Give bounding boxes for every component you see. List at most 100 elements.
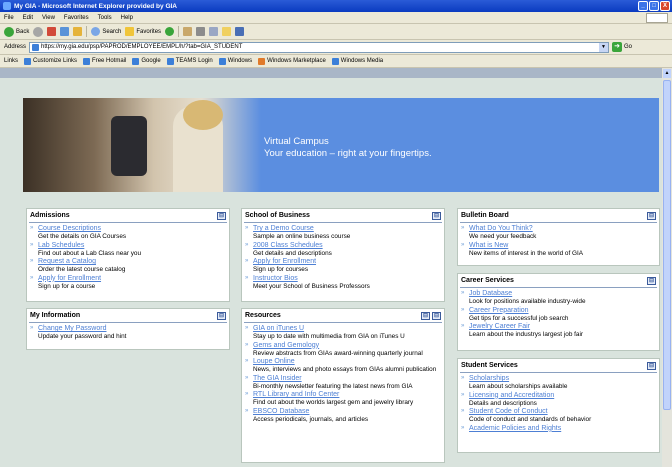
messenger-icon[interactable]: [235, 27, 245, 36]
menu-view[interactable]: View: [42, 15, 55, 21]
lab-schedules-link[interactable]: Lab Schedules: [38, 242, 226, 250]
bullet-icon: »: [461, 375, 465, 381]
scroll-thumb[interactable]: [663, 80, 671, 410]
list-item: » RTL Library and Info Center Find out abo…: [245, 391, 441, 407]
link-free-hotmail[interactable]: Free Hotmail: [83, 57, 127, 65]
item-desc: Find out about the worlds largest gem an…: [253, 399, 414, 407]
item-desc: Get the details on GIA Courses: [38, 233, 127, 240]
home-icon[interactable]: [73, 27, 83, 36]
collapse-icon[interactable]: ⊟: [647, 211, 656, 220]
banner-text: Virtual Campus Your education – right at…: [264, 136, 432, 160]
folder-icon[interactable]: [222, 27, 232, 36]
bullet-icon: »: [461, 391, 465, 398]
gia-insider-link[interactable]: The GIA Insider: [253, 375, 441, 383]
instructor-bios-link[interactable]: Instructor Bios: [253, 275, 441, 283]
stop-icon[interactable]: [47, 27, 57, 36]
career-fair-link[interactable]: Jewelry Career Fair: [469, 323, 656, 331]
go-arrow-icon: ➜: [612, 42, 623, 52]
minimize-icon[interactable]: ⊟: [432, 311, 441, 320]
item-desc: Sample an online business course: [253, 233, 351, 240]
licensing-link[interactable]: Licensing and Accreditation: [469, 392, 656, 400]
scroll-up-icon[interactable]: ▲: [663, 69, 671, 78]
link-windows[interactable]: Windows: [218, 57, 252, 65]
link-teams-login[interactable]: TEAMS Login: [166, 57, 213, 65]
edit-icon[interactable]: [209, 27, 219, 36]
collapse-icon[interactable]: ⊟: [647, 361, 656, 370]
list-item: » Change My Password Update your password …: [30, 325, 226, 341]
favorites-button[interactable]: Favorites: [125, 27, 161, 36]
career-preparation-link[interactable]: Career Preparation: [469, 307, 656, 315]
collapse-icon[interactable]: ⊟: [217, 311, 226, 320]
close-window-button[interactable]: X: [660, 1, 670, 11]
bullet-icon: »: [245, 374, 249, 381]
ie-icon: [3, 2, 11, 10]
academic-policies-link[interactable]: Academic Policies and Rights: [469, 425, 656, 433]
list-item: » What is New New items of interest in the…: [461, 242, 656, 258]
go-button[interactable]: ➜ Go: [612, 42, 632, 52]
bullet-icon: »: [30, 258, 34, 265]
scholarships-link[interactable]: Scholarships: [469, 375, 656, 383]
refresh-icon[interactable]: [60, 27, 70, 36]
maximize-button[interactable]: □: [649, 1, 659, 11]
itunes-u-link[interactable]: GIA on iTunes U: [253, 325, 441, 333]
panel-title: Bulletin Board: [461, 212, 509, 219]
bullet-icon: »: [461, 306, 465, 313]
apply-enrollment-link[interactable]: Apply for Enrollment: [38, 275, 226, 283]
link-windows-media[interactable]: Windows Media: [331, 57, 383, 65]
rtl-library-link[interactable]: RTL Library and Info Center: [253, 391, 441, 399]
bullet-icon: »: [461, 225, 465, 231]
menu-file[interactable]: File: [4, 15, 14, 21]
demo-course-link[interactable]: Try a Demo Course: [253, 225, 441, 233]
back-arrow-icon: [4, 26, 14, 37]
list-item: » What Do You Think? We need your feedback: [461, 225, 656, 241]
address-dropdown-icon[interactable]: ▼: [599, 42, 609, 52]
media-icon[interactable]: [165, 27, 175, 36]
panel-title: School of Business: [245, 212, 310, 219]
what-is-new-link[interactable]: What is New: [469, 242, 656, 250]
course-descriptions-link[interactable]: Course Descriptions: [38, 225, 226, 233]
career-services-panel: Career Services ⊟ » Job Database Look for p…: [457, 273, 660, 351]
menu-tools[interactable]: Tools: [98, 15, 112, 21]
search-button[interactable]: Search: [91, 27, 121, 36]
link-google[interactable]: Google: [132, 57, 161, 65]
bulletin-board-panel: Bulletin Board ⊟ » What Do You Think? We ne…: [457, 208, 660, 266]
class-schedules-link[interactable]: 2008 Class Schedules: [253, 242, 441, 250]
forward-arrow-icon[interactable]: [33, 26, 44, 37]
bullet-icon: »: [245, 325, 249, 331]
apply-enrollment-link[interactable]: Apply for Enrollment: [253, 258, 441, 266]
collapse-icon[interactable]: ⊟: [421, 311, 430, 320]
standard-toolbar: Back Search Favorites: [0, 24, 672, 40]
school-of-business-panel: School of Business ⊟ » Try a Demo Course Sa…: [241, 208, 445, 302]
code-of-conduct-link[interactable]: Student Code of Conduct: [469, 408, 656, 416]
link-customize-links[interactable]: Customize Links: [24, 57, 77, 65]
loupe-online-link[interactable]: Loupe Online: [253, 358, 441, 366]
request-catalog-link[interactable]: Request a Catalog: [38, 258, 226, 266]
feedback-link[interactable]: What Do You Think?: [469, 225, 656, 233]
item-desc: Stay up to date with multimedia from GIA…: [253, 333, 405, 340]
minimize-button[interactable]: _: [638, 1, 648, 11]
job-database-link[interactable]: Job Database: [469, 290, 656, 298]
address-input[interactable]: https://my.gia.edu/psp/PAPROD/EMPLOYEE/E…: [29, 41, 610, 53]
back-label: Back: [16, 28, 30, 35]
print-icon[interactable]: [196, 27, 206, 36]
link-label: Free Hotmail: [92, 58, 127, 64]
link-label: Google: [141, 58, 161, 64]
collapse-icon[interactable]: ⊟: [217, 211, 226, 220]
menu-help[interactable]: Help: [121, 15, 133, 21]
panel-title: Admissions: [30, 212, 70, 219]
ebsco-database-link[interactable]: EBSCO Database: [253, 408, 441, 416]
menu-edit[interactable]: Edit: [23, 15, 33, 21]
gems-gemology-link[interactable]: Gems and Gemology: [253, 342, 441, 350]
link-icon: [24, 57, 32, 65]
search-label: Search: [102, 28, 122, 35]
collapse-icon[interactable]: ⊟: [432, 211, 441, 220]
my-information-panel: My Information ⊟ » Change My Password Updat…: [26, 308, 230, 350]
menu-favorites[interactable]: Favorites: [64, 15, 89, 21]
change-password-link[interactable]: Change My Password: [38, 325, 226, 333]
search-icon: [91, 27, 101, 36]
back-button[interactable]: Back: [4, 26, 30, 37]
vertical-scrollbar[interactable]: ▲: [662, 68, 672, 467]
collapse-icon[interactable]: ⊟: [647, 276, 656, 285]
mail-icon[interactable]: [183, 27, 193, 36]
link-windows-marketplace[interactable]: Windows Marketplace: [258, 57, 326, 65]
